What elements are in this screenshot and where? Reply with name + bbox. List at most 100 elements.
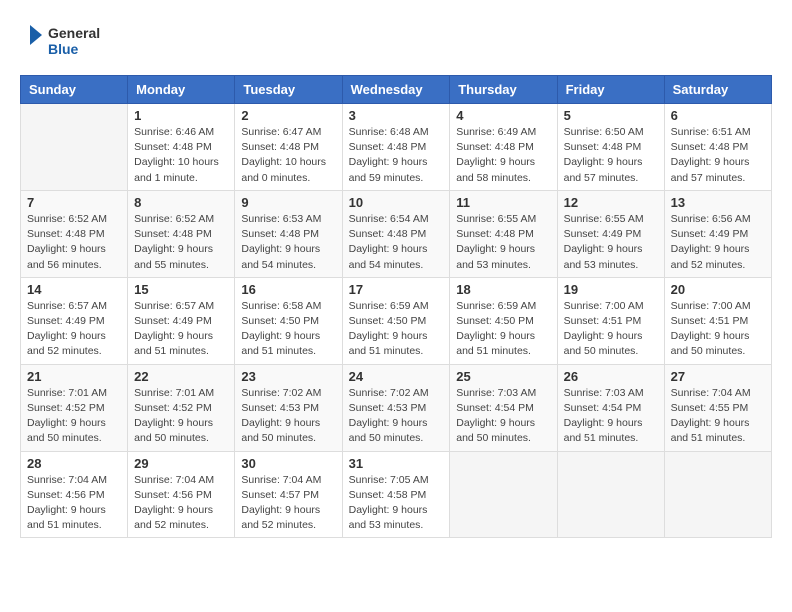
- day-number: 27: [671, 369, 765, 384]
- day-info: Sunrise: 7:01 AM Sunset: 4:52 PM Dayligh…: [27, 386, 121, 447]
- calendar-day-cell: 4 Sunrise: 6:49 AM Sunset: 4:48 PM Daylig…: [450, 104, 557, 191]
- day-info: Sunrise: 7:04 AM Sunset: 4:56 PM Dayligh…: [27, 473, 121, 534]
- calendar-header-row: SundayMondayTuesdayWednesdayThursdayFrid…: [21, 76, 772, 104]
- day-number: 3: [349, 108, 444, 123]
- calendar-day-cell: 9 Sunrise: 6:53 AM Sunset: 4:48 PM Daylig…: [235, 190, 342, 277]
- day-info: Sunrise: 6:52 AM Sunset: 4:48 PM Dayligh…: [134, 212, 228, 273]
- page-header: General Blue: [20, 20, 772, 65]
- day-info: Sunrise: 7:04 AM Sunset: 4:57 PM Dayligh…: [241, 473, 335, 534]
- weekday-header: Saturday: [664, 76, 771, 104]
- weekday-header: Sunday: [21, 76, 128, 104]
- calendar-week-row: 21 Sunrise: 7:01 AM Sunset: 4:52 PM Dayli…: [21, 364, 772, 451]
- calendar-day-cell: 5 Sunrise: 6:50 AM Sunset: 4:48 PM Daylig…: [557, 104, 664, 191]
- day-info: Sunrise: 7:03 AM Sunset: 4:54 PM Dayligh…: [456, 386, 550, 447]
- calendar-day-cell: [664, 451, 771, 538]
- day-number: 12: [564, 195, 658, 210]
- day-info: Sunrise: 6:57 AM Sunset: 4:49 PM Dayligh…: [134, 299, 228, 360]
- day-info: Sunrise: 6:51 AM Sunset: 4:48 PM Dayligh…: [671, 125, 765, 186]
- calendar-day-cell: 8 Sunrise: 6:52 AM Sunset: 4:48 PM Daylig…: [128, 190, 235, 277]
- calendar-day-cell: 10 Sunrise: 6:54 AM Sunset: 4:48 PM Dayli…: [342, 190, 450, 277]
- day-number: 25: [456, 369, 550, 384]
- day-number: 4: [456, 108, 550, 123]
- day-number: 11: [456, 195, 550, 210]
- day-number: 21: [27, 369, 121, 384]
- day-info: Sunrise: 7:00 AM Sunset: 4:51 PM Dayligh…: [564, 299, 658, 360]
- day-info: Sunrise: 6:46 AM Sunset: 4:48 PM Dayligh…: [134, 125, 228, 186]
- calendar-day-cell: 30 Sunrise: 7:04 AM Sunset: 4:57 PM Dayli…: [235, 451, 342, 538]
- calendar-day-cell: 29Sunrise: 7:04 AM Sunset: 4:56 PM Dayli…: [128, 451, 235, 538]
- day-info: Sunrise: 6:55 AM Sunset: 4:49 PM Dayligh…: [564, 212, 658, 273]
- weekday-header: Friday: [557, 76, 664, 104]
- day-info: Sunrise: 7:02 AM Sunset: 4:53 PM Dayligh…: [349, 386, 444, 447]
- day-number: 31: [349, 456, 444, 471]
- day-info: Sunrise: 6:54 AM Sunset: 4:48 PM Dayligh…: [349, 212, 444, 273]
- calendar-day-cell: 3 Sunrise: 6:48 AM Sunset: 4:48 PM Daylig…: [342, 104, 450, 191]
- day-info: Sunrise: 7:00 AM Sunset: 4:51 PM Dayligh…: [671, 299, 765, 360]
- weekday-header: Wednesday: [342, 76, 450, 104]
- calendar-day-cell: 27 Sunrise: 7:04 AM Sunset: 4:55 PM Dayli…: [664, 364, 771, 451]
- day-number: 23: [241, 369, 335, 384]
- day-info: Sunrise: 6:50 AM Sunset: 4:48 PM Dayligh…: [564, 125, 658, 186]
- day-number: 26: [564, 369, 658, 384]
- logo-svg: General Blue: [20, 20, 110, 65]
- day-info: Sunrise: 6:52 AM Sunset: 4:48 PM Dayligh…: [27, 212, 121, 273]
- day-number: 16: [241, 282, 335, 297]
- calendar-day-cell: 11 Sunrise: 6:55 AM Sunset: 4:48 PM Dayli…: [450, 190, 557, 277]
- day-info: Sunrise: 6:57 AM Sunset: 4:49 PM Dayligh…: [27, 299, 121, 360]
- day-number: 15: [134, 282, 228, 297]
- calendar-day-cell: 6 Sunrise: 6:51 AM Sunset: 4:48 PM Daylig…: [664, 104, 771, 191]
- calendar-week-row: 1 Sunrise: 6:46 AM Sunset: 4:48 PM Daylig…: [21, 104, 772, 191]
- day-info: Sunrise: 6:56 AM Sunset: 4:49 PM Dayligh…: [671, 212, 765, 273]
- svg-text:Blue: Blue: [48, 41, 79, 57]
- day-number: 28: [27, 456, 121, 471]
- day-number: 24: [349, 369, 444, 384]
- day-info: Sunrise: 6:58 AM Sunset: 4:50 PM Dayligh…: [241, 299, 335, 360]
- day-info: Sunrise: 7:04 AM Sunset: 4:56 PM Dayligh…: [134, 473, 228, 534]
- calendar-day-cell: [557, 451, 664, 538]
- calendar-day-cell: 28 Sunrise: 7:04 AM Sunset: 4:56 PM Dayli…: [21, 451, 128, 538]
- calendar-day-cell: [21, 104, 128, 191]
- day-info: Sunrise: 7:02 AM Sunset: 4:53 PM Dayligh…: [241, 386, 335, 447]
- day-number: 13: [671, 195, 765, 210]
- calendar-day-cell: 26 Sunrise: 7:03 AM Sunset: 4:54 PM Dayli…: [557, 364, 664, 451]
- day-info: Sunrise: 7:04 AM Sunset: 4:55 PM Dayligh…: [671, 386, 765, 447]
- weekday-header: Tuesday: [235, 76, 342, 104]
- day-number: 6: [671, 108, 765, 123]
- day-number: 19: [564, 282, 658, 297]
- calendar-day-cell: 22 Sunrise: 7:01 AM Sunset: 4:52 PM Dayli…: [128, 364, 235, 451]
- day-number: 10: [349, 195, 444, 210]
- calendar-day-cell: 16 Sunrise: 6:58 AM Sunset: 4:50 PM Dayli…: [235, 277, 342, 364]
- day-info: Sunrise: 6:48 AM Sunset: 4:48 PM Dayligh…: [349, 125, 444, 186]
- calendar-day-cell: 15 Sunrise: 6:57 AM Sunset: 4:49 PM Dayli…: [128, 277, 235, 364]
- day-number: 22: [134, 369, 228, 384]
- day-info: Sunrise: 7:01 AM Sunset: 4:52 PM Dayligh…: [134, 386, 228, 447]
- day-number: 5: [564, 108, 658, 123]
- svg-text:General: General: [48, 25, 100, 41]
- day-info: Sunrise: 7:03 AM Sunset: 4:54 PM Dayligh…: [564, 386, 658, 447]
- calendar-table: SundayMondayTuesdayWednesdayThursdayFrid…: [20, 75, 772, 538]
- calendar-day-cell: 17Sunrise: 6:59 AM Sunset: 4:50 PM Dayli…: [342, 277, 450, 364]
- calendar-week-row: 7 Sunrise: 6:52 AM Sunset: 4:48 PM Daylig…: [21, 190, 772, 277]
- calendar-day-cell: 18Sunrise: 6:59 AM Sunset: 4:50 PM Dayli…: [450, 277, 557, 364]
- day-number: 8: [134, 195, 228, 210]
- day-info: Sunrise: 6:59 AM Sunset: 4:50 PM Dayligh…: [349, 299, 444, 360]
- logo: General Blue: [20, 20, 110, 65]
- calendar-week-row: 28 Sunrise: 7:04 AM Sunset: 4:56 PM Dayli…: [21, 451, 772, 538]
- calendar-day-cell: 21 Sunrise: 7:01 AM Sunset: 4:52 PM Dayli…: [21, 364, 128, 451]
- calendar-day-cell: 31Sunrise: 7:05 AM Sunset: 4:58 PM Dayli…: [342, 451, 450, 538]
- calendar-day-cell: 2Sunrise: 6:47 AM Sunset: 4:48 PM Daylig…: [235, 104, 342, 191]
- calendar-day-cell: 1 Sunrise: 6:46 AM Sunset: 4:48 PM Daylig…: [128, 104, 235, 191]
- calendar-day-cell: 23 Sunrise: 7:02 AM Sunset: 4:53 PM Dayli…: [235, 364, 342, 451]
- day-number: 30: [241, 456, 335, 471]
- day-number: 1: [134, 108, 228, 123]
- day-number: 9: [241, 195, 335, 210]
- calendar-day-cell: 24 Sunrise: 7:02 AM Sunset: 4:53 PM Dayli…: [342, 364, 450, 451]
- day-info: Sunrise: 6:55 AM Sunset: 4:48 PM Dayligh…: [456, 212, 550, 273]
- calendar-day-cell: 13 Sunrise: 6:56 AM Sunset: 4:49 PM Dayli…: [664, 190, 771, 277]
- day-info: Sunrise: 6:49 AM Sunset: 4:48 PM Dayligh…: [456, 125, 550, 186]
- calendar-day-cell: 19 Sunrise: 7:00 AM Sunset: 4:51 PM Dayli…: [557, 277, 664, 364]
- day-number: 7: [27, 195, 121, 210]
- calendar-day-cell: [450, 451, 557, 538]
- day-info: Sunrise: 6:53 AM Sunset: 4:48 PM Dayligh…: [241, 212, 335, 273]
- day-number: 14: [27, 282, 121, 297]
